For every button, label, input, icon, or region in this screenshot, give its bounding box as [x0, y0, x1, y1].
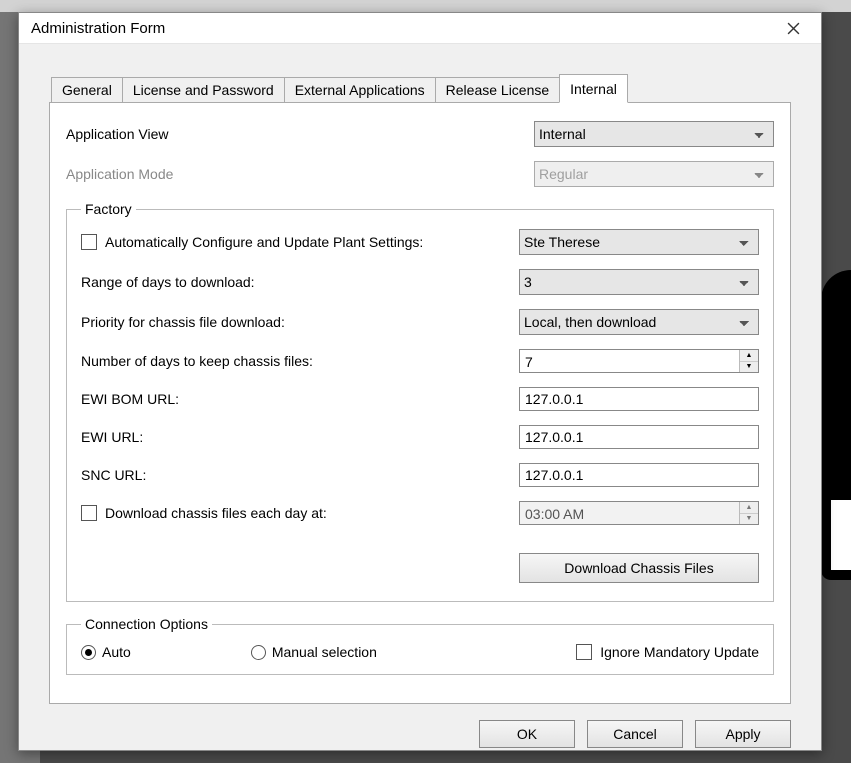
ewi-url-label: EWI URL: [81, 429, 519, 445]
apply-button[interactable]: Apply [695, 720, 791, 748]
radio-icon [81, 645, 96, 660]
spinner-up-icon: ▲ [740, 502, 758, 514]
ok-button[interactable]: OK [479, 720, 575, 748]
download-time-spinner: ▲ ▼ [519, 501, 759, 525]
tab-general[interactable]: General [51, 77, 123, 102]
range-days-select[interactable]: 3 [519, 269, 759, 295]
tab-external-applications[interactable]: External Applications [284, 77, 436, 102]
auto-configure-label: Automatically Configure and Update Plant… [105, 234, 423, 250]
connection-auto-label: Auto [102, 644, 131, 660]
cancel-button[interactable]: Cancel [587, 720, 683, 748]
tab-license-password[interactable]: License and Password [122, 77, 285, 102]
spinner-down-icon[interactable]: ▼ [740, 362, 758, 373]
ewi-bom-url-input[interactable] [519, 387, 759, 411]
factory-group: Factory Automatically Configure and Upda… [66, 201, 774, 602]
factory-legend: Factory [81, 201, 136, 217]
close-button[interactable] [773, 13, 813, 43]
snc-url-label: SNC URL: [81, 467, 519, 483]
priority-label: Priority for chassis file download: [81, 314, 519, 330]
admin-form-dialog: Administration Form General License and … [18, 12, 822, 751]
connection-auto-radio[interactable]: Auto [81, 644, 131, 660]
keep-days-spinner[interactable]: ▲ ▼ [519, 349, 759, 373]
close-icon [787, 22, 800, 35]
connection-manual-label: Manual selection [272, 644, 377, 660]
keep-days-input[interactable] [520, 350, 739, 374]
application-mode-label: Application Mode [66, 166, 534, 182]
ignore-mandatory-update-checkbox-wrap[interactable]: Ignore Mandatory Update [576, 644, 759, 660]
content-area: General License and Password External Ap… [19, 44, 821, 712]
tab-release-license[interactable]: Release License [435, 77, 561, 102]
snc-url-input[interactable] [519, 463, 759, 487]
download-each-day-checkbox[interactable] [81, 505, 97, 521]
ignore-mandatory-update-label: Ignore Mandatory Update [600, 644, 759, 660]
plant-select[interactable]: Ste Therese [519, 229, 759, 255]
application-view-select[interactable]: Internal [534, 121, 774, 147]
priority-select[interactable]: Local, then download [519, 309, 759, 335]
ignore-mandatory-update-checkbox[interactable] [576, 644, 592, 660]
tab-internal[interactable]: Internal [559, 74, 628, 103]
download-time-input [520, 502, 739, 526]
application-mode-select: Regular [534, 161, 774, 187]
internal-tab-panel: Application View Internal Application Mo… [49, 102, 791, 704]
keep-days-label: Number of days to keep chassis files: [81, 353, 519, 369]
radio-icon [251, 645, 266, 660]
application-view-label: Application View [66, 126, 534, 142]
dialog-footer: OK Cancel Apply [19, 712, 821, 763]
ewi-bom-url-label: EWI BOM URL: [81, 391, 519, 407]
connection-manual-radio[interactable]: Manual selection [251, 644, 377, 660]
tab-strip: General License and Password External Ap… [49, 74, 791, 102]
ewi-url-input[interactable] [519, 425, 759, 449]
auto-configure-checkbox[interactable] [81, 234, 97, 250]
connection-options-legend: Connection Options [81, 616, 212, 632]
connection-options-group: Connection Options Auto Manual selection [66, 616, 774, 675]
range-days-label: Range of days to download: [81, 274, 519, 290]
spinner-down-icon: ▼ [740, 514, 758, 525]
titlebar: Administration Form [19, 13, 821, 44]
download-each-day-label: Download chassis files each day at: [105, 505, 327, 521]
window-title: Administration Form [31, 20, 773, 37]
download-chassis-files-button[interactable]: Download Chassis Files [519, 553, 759, 583]
spinner-up-icon[interactable]: ▲ [740, 350, 758, 362]
